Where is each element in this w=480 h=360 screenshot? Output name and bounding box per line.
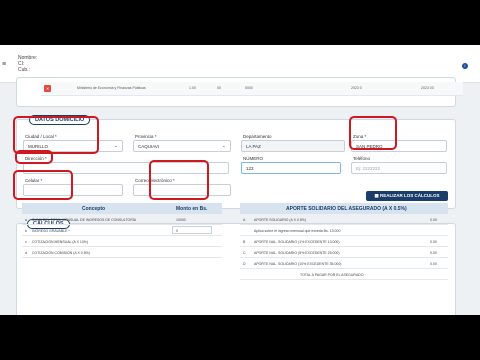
annotation-box <box>13 116 99 154</box>
annotation-box <box>149 160 209 200</box>
row-description: Ministerio de Economía y Finanzas Públic… <box>77 86 146 90</box>
table-row: a SUMA DEL TOTAL MENSUAL DE INGRESOS DE … <box>22 214 222 225</box>
departamento-value: LA PAZ <box>246 144 261 149</box>
ingreso-gravable-input[interactable]: 0 <box>172 226 212 234</box>
row-code2: 00 <box>217 86 221 90</box>
departamento-label: Departamento <box>243 134 272 139</box>
col-monto: Monto en Bs. <box>176 206 208 212</box>
annotation-box <box>13 170 73 200</box>
annotation-box <box>15 150 53 164</box>
provincia-select[interactable]: CAQUIAVI ⌄ <box>133 140 231 152</box>
table-row: D APORTE NAL. SOLIDARIO (10% EXCEDENTE 3… <box>240 258 448 269</box>
annotation-box <box>349 116 397 150</box>
table-row: c COTIZACIÓN MENSUAL (A X 10%) <box>22 236 222 247</box>
form-canvas: ✕ Ministerio de Economía y Finanzas Públ… <box>0 77 480 315</box>
provincia-label: Provincia * <box>135 134 157 139</box>
table-row: TOTAL A PAGAR POR EL ASEGURADO <box>240 269 448 280</box>
departamento-field: LA PAZ <box>241 140 345 152</box>
table-row: ✕ Ministerio de Economía y Finanzas Públ… <box>41 82 463 96</box>
user-info: Nombre: CI: Cub.: <box>18 55 37 73</box>
row-date1: 2023 0 <box>351 86 362 90</box>
hamburger-menu-icon[interactable]: ≡ <box>2 61 6 68</box>
user-cub-label: Cub.: <box>18 67 30 73</box>
table-row: Aplica sobre el ingreso mensual que exce… <box>240 225 448 236</box>
aporte-title: APORTE SOLIDARIO DEL ASEGURADO (A X 0.5%… <box>286 206 407 212</box>
table-row: C APORTE NAL. SOLIDARIO (5% EXCEDENTE 25… <box>240 247 448 258</box>
chevron-down-icon: ⌄ <box>221 143 226 149</box>
provincia-value: CAQUIAVI <box>138 144 160 149</box>
conceptos-table: Concepto Monto en Bs. a SUMA DEL TOTAL M… <box>22 203 222 303</box>
numero-value: 123 <box>246 166 254 171</box>
numero-label: NÚMERO <box>243 156 263 161</box>
realizar-calculos-button[interactable]: ▦ REALIZAR LOS CÁLCULOS <box>366 191 448 201</box>
chevron-down-icon: ⌄ <box>113 143 118 149</box>
table-row: A APORTE SOLIDARIO (A X 0.5%) 0.00 <box>240 214 448 225</box>
app-screen: ≡ Nombre: CI: Cub.: i ✕ Ministerio de Ec… <box>0 45 480 315</box>
row-code1: 1.00 <box>189 86 196 90</box>
aporte-solidario-table: APORTE SOLIDARIO DEL ASEGURADO (A X 0.5%… <box>240 203 448 303</box>
table-row: b INGRESO GRAVABLE * 0 <box>22 225 222 236</box>
table-header: APORTE SOLIDARIO DEL ASEGURADO (A X 0.5%… <box>240 203 448 214</box>
telefono-placeholder: Ej: 2222222 <box>356 166 381 171</box>
previous-records-card: ✕ Ministerio de Economía y Finanzas Públ… <box>16 77 463 107</box>
info-icon[interactable]: i <box>462 63 468 69</box>
telefono-input[interactable]: Ej: 2222222 <box>351 162 447 174</box>
delete-row-button[interactable]: ✕ <box>44 85 51 92</box>
table-header: Concepto Monto en Bs. <box>22 203 222 214</box>
numero-input[interactable]: 123 <box>241 162 341 174</box>
telefono-label: Teléfono <box>353 156 371 161</box>
table-row: B APORTE NAL. SOLIDARIO (1% EXCEDENTE 13… <box>240 236 448 247</box>
row-code3: 5000 <box>245 86 253 90</box>
table-row: d COTIZACIÓN COMISIÓN (A X 0.5%) <box>22 247 222 258</box>
col-concepto: Concepto <box>82 206 106 212</box>
row-date2: 2023 03 <box>421 86 434 90</box>
